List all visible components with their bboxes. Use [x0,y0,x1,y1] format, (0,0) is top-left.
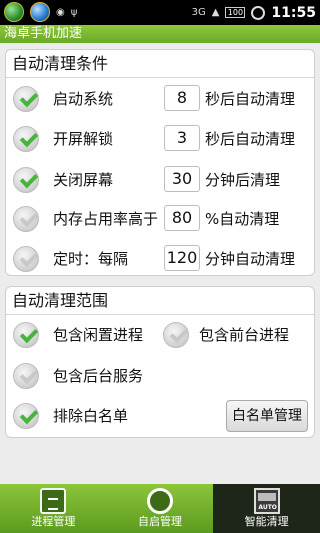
usb-icon: ψ [70,6,78,18]
check-icon[interactable] [13,126,39,152]
check-icon[interactable] [13,86,39,112]
seconds-input[interactable]: 8 [164,85,200,111]
panel-title: 自动清理范围 [6,287,314,315]
tab-label: 智能清理 [244,515,289,528]
tab-label: 自启管理 [137,515,182,528]
scope-whitelist-label: 排除白名单 [53,407,129,425]
android-icon: ◉ [56,6,65,18]
app-title-bar: 海卓手机加速 [0,25,320,43]
auto-icon-text: AUTO [258,504,277,511]
scope-idle-label: 包含闲置进程 [53,326,144,344]
auto-clean-conditions-panel: 自动清理条件 启动系统 8 秒后自动清理 开屏解锁 3 秒后自动清理 关闭屏幕 … [5,49,315,276]
scope-background-label: 包含后台服务 [53,367,144,385]
check-icon[interactable] [13,167,39,193]
tab-smart-clean[interactable]: AUTO 智能清理 [213,484,320,533]
network-type: 3G [191,7,206,18]
condition-row-boot: 启动系统 8 秒后自动清理 [6,79,316,119]
check-icon[interactable] [13,403,39,429]
condition-label: 开屏解锁 [53,130,114,148]
condition-label: 启动系统 [53,90,114,108]
seconds-input[interactable]: 3 [164,125,200,151]
condition-suffix: 秒后自动清理 [205,90,296,108]
condition-label: 关闭屏幕 [53,171,114,189]
signal-icon: ▲ [211,7,220,18]
whitelist-manage-button[interactable]: 白名单管理 [226,400,308,432]
condition-suffix: 秒后自动清理 [205,130,296,148]
battery-icon: 100 [225,7,246,18]
globe-icon [4,2,24,22]
scope-row: 包含后台服务 [6,357,316,397]
rocket-icon [146,488,173,514]
browser-icon [30,2,50,22]
condition-row-unlock: 开屏解锁 3 秒后自动清理 [6,119,316,159]
status-bar: ◉ ψ 3G ▲ 100 11:55 [0,0,320,25]
check-icon[interactable] [13,246,39,272]
tab-label: 进程管理 [31,515,76,528]
condition-label: 定时：每隔 [53,250,129,268]
alarm-clock-icon [251,5,266,20]
check-icon[interactable] [13,206,39,232]
condition-suffix: 分钟自动清理 [205,250,296,268]
condition-row-memory: 内存占用率高于 80 %自动清理 [6,199,316,239]
condition-row-screen-off: 关闭屏幕 30 分钟后清理 [6,160,316,200]
check-icon[interactable] [13,322,39,348]
scope-foreground-label: 包含前台进程 [199,326,290,344]
app-title: 海卓手机加速 [4,26,83,41]
panel-title: 自动清理条件 [6,50,314,78]
auto-icon: AUTO [253,488,280,514]
check-icon[interactable] [163,322,189,348]
tab-autostart-manage[interactable]: 自启管理 [107,484,214,533]
tab-process-manage[interactable]: 进程管理 [0,484,107,533]
condition-suffix: 分钟后清理 [205,171,281,189]
scope-row: 包含闲置进程 包含前台进程 [6,316,316,356]
interval-input[interactable]: 120 [164,245,200,271]
condition-label: 内存占用率高于 [53,210,159,228]
condition-row-timer: 定时：每隔 120 分钟自动清理 [6,239,316,279]
status-time: 11:55 [271,4,316,21]
check-icon[interactable] [13,363,39,389]
bottom-tab-bar: 进程管理 自启管理 AUTO 智能清理 [0,484,320,533]
percent-input[interactable]: 80 [164,205,200,231]
condition-suffix: %自动清理 [205,210,280,228]
minutes-input[interactable]: 30 [164,166,200,192]
clipboard-icon [40,488,67,514]
auto-clean-scope-panel: 自动清理范围 包含闲置进程 包含前台进程 包含后台服务 排除白名单 白名单管理 [5,286,315,438]
scope-row: 排除白名单 白名单管理 [6,397,316,437]
